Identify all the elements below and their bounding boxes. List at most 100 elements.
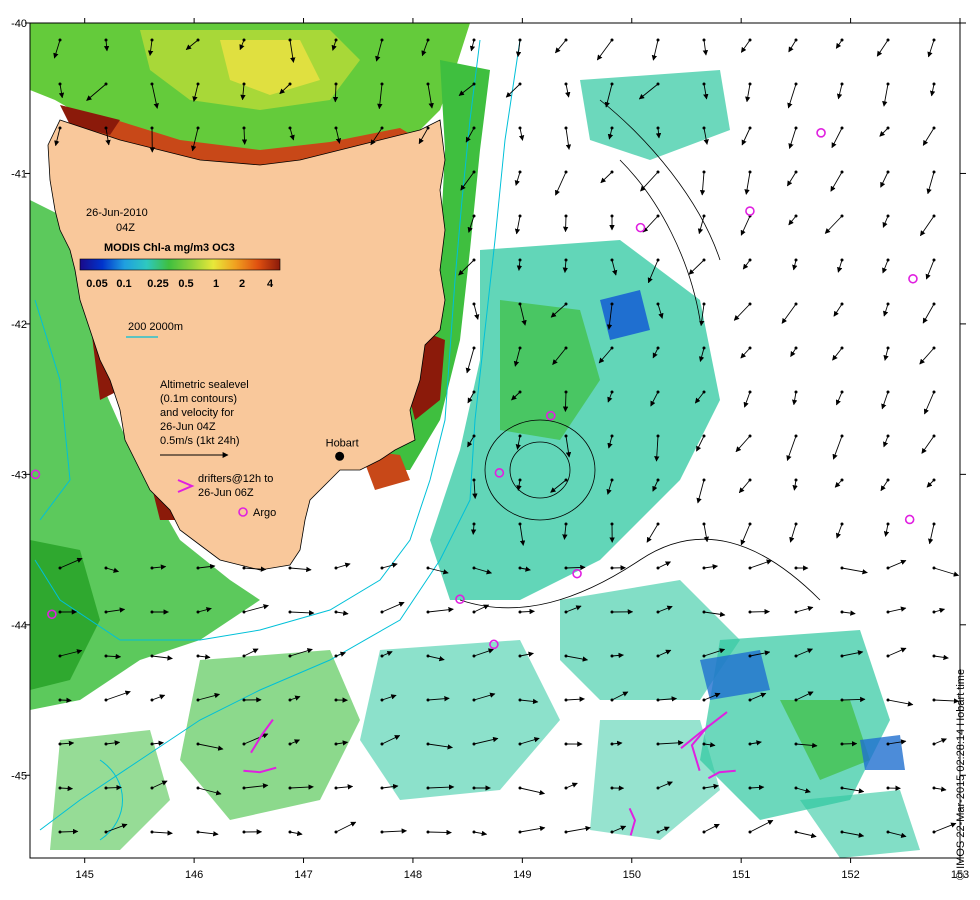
vector-origin: [932, 654, 936, 658]
velocity-vector: [833, 303, 843, 317]
velocity-vector: [151, 655, 173, 661]
vector-origin: [104, 126, 108, 130]
vector-origin: [472, 126, 476, 130]
velocity-vector: [824, 215, 843, 234]
vector-origin: [196, 654, 200, 658]
vector-origin: [472, 346, 476, 350]
vector-origin: [610, 38, 614, 42]
velocity-vector: [703, 564, 719, 570]
vector-origin: [196, 786, 200, 790]
vector-origin: [518, 830, 522, 834]
vector-origin: [518, 302, 522, 306]
velocity-vector: [688, 259, 705, 275]
x-tick-label: 147: [294, 869, 312, 881]
vector-origin: [748, 830, 752, 834]
vector-origin: [150, 610, 154, 614]
velocity-vector: [733, 303, 751, 321]
vector-origin: [518, 214, 522, 218]
vector-origin: [518, 654, 522, 658]
vector-origin: [518, 346, 522, 350]
y-tick-label: -41: [11, 168, 27, 180]
vector-origin: [932, 830, 936, 834]
vector-origin: [794, 170, 798, 174]
vector-origin: [472, 258, 476, 262]
velocity-vector: [933, 738, 947, 745]
vector-origin: [794, 126, 798, 130]
vector-origin: [472, 302, 476, 306]
velocity-vector: [926, 171, 935, 195]
velocity-vector: [835, 39, 843, 49]
vector-origin: [334, 610, 338, 614]
vector-origin: [564, 170, 568, 174]
velocity-vector: [518, 127, 525, 141]
velocity-vector: [928, 523, 935, 545]
vector-origin: [518, 522, 522, 526]
vector-origin: [656, 786, 660, 790]
vector-origin: [196, 698, 200, 702]
vector-origin: [840, 170, 844, 174]
vector-origin: [886, 610, 890, 614]
vector-origin: [932, 170, 936, 174]
vector-origin: [610, 830, 614, 834]
vector-origin: [196, 38, 200, 42]
vector-origin: [702, 830, 706, 834]
velocity-vector: [787, 83, 797, 109]
velocity-vector: [738, 479, 751, 494]
vector-origin: [150, 742, 154, 746]
vector-origin: [242, 786, 246, 790]
velocity-vector: [788, 127, 797, 150]
vector-origin: [150, 786, 154, 790]
vector-origin: [564, 258, 568, 262]
vector-origin: [518, 566, 522, 570]
vector-origin: [748, 258, 752, 262]
colorbar-tick-label: 4: [267, 278, 274, 290]
vector-origin: [702, 654, 706, 658]
vector-origin: [794, 82, 798, 86]
velocity-vector: [788, 215, 797, 226]
velocity-vector: [289, 566, 312, 573]
velocity-vector: [882, 259, 889, 274]
vector-origin: [334, 126, 338, 130]
vector-origin: [748, 126, 752, 130]
vector-origin: [656, 654, 660, 658]
velocity-vector: [881, 391, 889, 410]
vector-origin: [794, 522, 798, 526]
vector-origin: [150, 126, 154, 130]
vector-origin: [886, 302, 890, 306]
velocity-vector: [749, 819, 774, 833]
vector-origin: [426, 786, 430, 790]
vector-origin: [794, 478, 798, 482]
vector-origin: [610, 698, 614, 702]
velocity-vector: [465, 347, 475, 374]
vector-origin: [610, 786, 614, 790]
vector-origin: [702, 170, 706, 174]
vector-origin: [656, 522, 660, 526]
vector-origin: [380, 610, 384, 614]
vector-origin: [58, 742, 62, 746]
velocity-vector: [882, 83, 889, 107]
vector-origin: [794, 698, 798, 702]
vector-origin: [426, 82, 430, 86]
velocity-vector: [788, 39, 797, 53]
vector-origin: [196, 830, 200, 834]
velocity-vector: [519, 608, 535, 615]
velocity-vector: [519, 787, 546, 796]
vector-origin: [610, 434, 614, 438]
velocity-vector: [795, 606, 814, 613]
vector-origin: [564, 786, 568, 790]
vector-origin: [840, 610, 844, 614]
velocity-vector: [657, 561, 671, 569]
velocity-vector: [735, 435, 751, 453]
vector-origin: [840, 434, 844, 438]
velocity-vector: [887, 559, 907, 569]
vector-origin: [748, 346, 752, 350]
vector-origin: [242, 610, 246, 614]
drifter-label-2: 26-Jun 06Z: [198, 487, 254, 499]
vector-origin: [932, 214, 936, 218]
map-date: 26-Jun-2010: [86, 207, 148, 219]
vector-origin: [564, 830, 568, 834]
vector-origin: [840, 698, 844, 702]
vector-origin: [656, 698, 660, 702]
velocity-vector: [749, 559, 773, 569]
velocity-vector: [197, 654, 211, 660]
